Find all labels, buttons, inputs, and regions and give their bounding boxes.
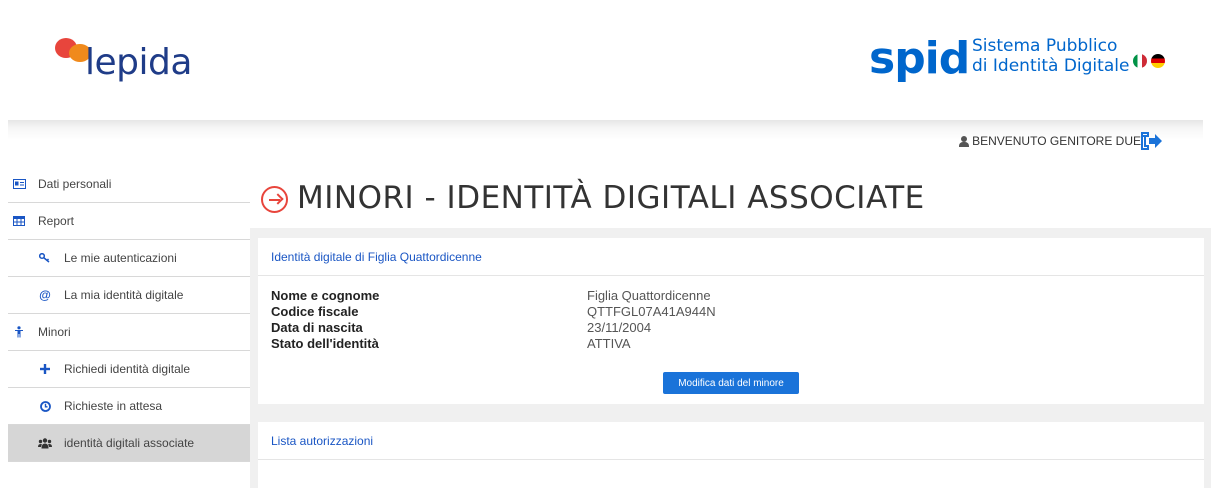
detail-label: Codice fiscale — [271, 304, 359, 319]
sidebar-item-label: Richieste in attesa — [64, 399, 163, 413]
detail-value: ATTIVA — [587, 336, 631, 351]
spid-logo-text: spid — [869, 33, 970, 84]
detail-value: QTTFGL07A41A944N — [587, 304, 716, 319]
sidebar-item-label: Richiedi identità digitale — [64, 362, 191, 376]
page-title: MINORI - IDENTITÀ DIGITALI ASSOCIATE — [297, 180, 925, 216]
digital-identity-card: Identità digitale di Figlia Quattordicen… — [258, 238, 1204, 404]
plus-icon — [38, 362, 52, 376]
detail-row: Data di nascita 23/11/2004 — [271, 320, 716, 336]
child-icon — [12, 325, 26, 339]
page-title-row: MINORI - IDENTITÀ DIGITALI ASSOCIATE — [250, 166, 1211, 228]
at-icon: @ — [39, 288, 51, 302]
detail-row: Nome e cognome Figlia Quattordicenne — [271, 288, 716, 304]
clock-icon — [38, 399, 52, 413]
welcome-text: BENVENUTO GENITORE DUE — [972, 134, 1141, 148]
sidebar-item-label: Dati personali — [38, 177, 112, 191]
spid-subtitle-line1: Sistema Pubblico — [972, 36, 1118, 56]
detail-label: Stato dell'identità — [271, 336, 379, 351]
language-switcher — [1133, 54, 1169, 68]
sidebar-item-identita-digitali-associate[interactable]: identità digitali associate — [8, 425, 250, 462]
detail-label: Data di nascita — [271, 320, 363, 335]
sidebar-item-dati-personali[interactable]: Dati personali — [8, 166, 250, 203]
sidebar-item-le-mie-autenticazioni[interactable]: Le mie autenticazioni — [8, 240, 250, 277]
sidebar: Dati personali Report Le mie autenticazi… — [8, 166, 250, 488]
detail-row: Codice fiscale QTTFGL07A41A944N — [271, 304, 716, 320]
main-content: MINORI - IDENTITÀ DIGITALI ASSOCIATE Ide… — [250, 166, 1211, 488]
sidebar-item-label: La mia identità digitale — [64, 288, 184, 302]
card-heading: Identità digitale di Figlia Quattordicen… — [258, 238, 1204, 276]
detail-value: Figlia Quattordicenne — [587, 288, 711, 303]
spid-subtitle-line2: di Identità Digitale — [972, 56, 1130, 76]
users-icon — [38, 436, 52, 450]
sidebar-item-minori[interactable]: Minori — [8, 314, 250, 351]
spid-logo: spid Sistema Pubblico di Identità Digita… — [869, 34, 1169, 84]
sidebar-item-richiedi-identita-digitale[interactable]: Richiedi identità digitale — [8, 351, 250, 388]
logout-icon[interactable] — [1141, 132, 1163, 150]
detail-value: 23/11/2004 — [587, 320, 652, 335]
welcome-message: BENVENUTO GENITORE DUE — [959, 134, 1141, 148]
lepida-logo-text: lepida — [85, 42, 192, 83]
top-bar: BENVENUTO GENITORE DUE — [8, 120, 1203, 166]
authorizations-card: Lista autorizzazioni — [258, 422, 1204, 488]
page-header: lepida spid Sistema Pubblico di Identità… — [0, 0, 1211, 120]
spid-subtitle: Sistema Pubblico di Identità Digitale — [972, 36, 1129, 76]
key-icon — [38, 251, 52, 265]
arrow-right-circle-icon — [261, 186, 288, 213]
italian-flag-icon[interactable] — [1133, 54, 1147, 68]
edit-minor-data-button[interactable]: Modifica dati del minore — [663, 372, 799, 394]
user-icon — [959, 135, 970, 147]
id-card-icon — [12, 177, 26, 191]
sidebar-item-report[interactable]: Report — [8, 203, 250, 240]
detail-label: Nome e cognome — [271, 288, 380, 303]
german-flag-icon[interactable] — [1151, 54, 1165, 68]
sidebar-item-la-mia-identita-digitale[interactable]: @ La mia identità digitale — [8, 277, 250, 314]
identity-details: Nome e cognome Figlia Quattordicenne Cod… — [271, 288, 716, 352]
detail-row: Stato dell'identità ATTIVA — [271, 336, 716, 352]
sidebar-item-label: identità digitali associate — [64, 436, 195, 450]
sidebar-item-richieste-in-attesa[interactable]: Richieste in attesa — [8, 388, 250, 425]
table-icon — [12, 214, 26, 228]
sidebar-item-label: Minori — [38, 325, 71, 339]
lepida-logo[interactable]: lepida — [55, 38, 205, 88]
sidebar-item-label: Le mie autenticazioni — [64, 251, 177, 265]
sidebar-item-label: Report — [38, 214, 75, 228]
card-heading: Lista autorizzazioni — [258, 422, 1204, 460]
